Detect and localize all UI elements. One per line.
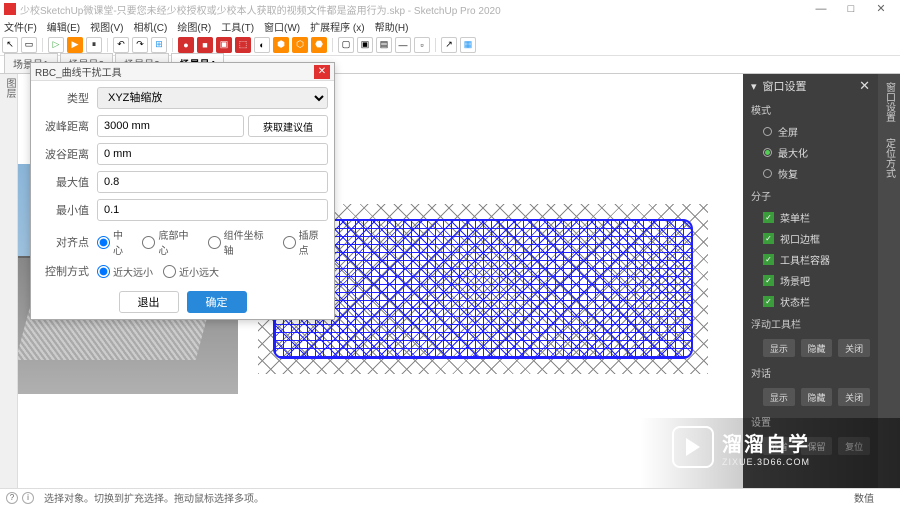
peak-input[interactable] [97,115,244,137]
panel-title: 窗口设置 [763,78,807,94]
watermark-url: ZIXUE.3D66.COM [722,457,810,467]
dialog-show-button[interactable]: 显示 [763,388,795,406]
mode-section-label: 模式 [743,98,878,121]
tool-icon[interactable]: ↖ [2,37,18,53]
window-title: 少校SketchUp微课堂-只要您未经少校授权或少校本人获取的视频文件都是盗用行… [20,2,806,17]
panel-close-icon[interactable]: ✕ [859,78,870,94]
min-label: 最小值 [37,202,97,218]
max-label: 最大值 [37,174,97,190]
play-icon [672,426,714,468]
sub-section-label: 分子 [743,184,878,207]
tool-icon[interactable]: ▢ [338,37,354,53]
suggest-value-button[interactable]: 获取建议值 [248,115,328,137]
tool-icon[interactable]: ▫ [414,37,430,53]
menubar: 文件(F) 编辑(E) 视图(V) 相机(C) 绘图(R) 工具(T) 窗口(W… [0,18,900,34]
status-icon[interactable]: i [22,492,34,504]
ok-button[interactable]: 确定 [187,291,247,313]
align-radio[interactable]: 组件坐标轴 [208,227,273,257]
float-section-label: 浮动工具栏 [743,312,878,335]
menu-help[interactable]: 帮助(H) [375,19,409,34]
ctrl-radio[interactable]: 近小远大 [163,264,219,279]
tool-icon[interactable]: ● [178,37,194,53]
tool-icon[interactable]: ▶ [67,37,83,53]
dialog-section-label: 对话 [743,361,878,384]
cancel-button[interactable]: 退出 [119,291,179,313]
tool-icon[interactable]: ⬣ [311,37,327,53]
tool-icon[interactable]: ▣ [357,37,373,53]
min-input[interactable] [97,199,328,221]
ctrl-label: 控制方式 [37,263,97,279]
tool-icon[interactable]: ⬡ [292,37,308,53]
align-label: 对齐点 [37,234,97,250]
menu-tools[interactable]: 工具(T) [221,19,254,34]
rbc-curve-interference-dialog: RBC_曲线干扰工具 ✕ 类型 XYZ轴缩放 波峰距离 获取建议值 波谷距离 最… [30,62,335,320]
tool-icon[interactable]: ◐ [254,37,270,53]
sub-option[interactable]: ✓视口边框 [743,228,878,249]
menu-camera[interactable]: 相机(C) [133,19,167,34]
tool-icon[interactable]: — [395,37,411,53]
align-radio[interactable]: 底部中心 [142,227,197,257]
mode-option[interactable]: 全屏 [743,121,878,142]
tool-icon[interactable]: ↗ [441,37,457,53]
type-select[interactable]: XYZ轴缩放 [97,87,328,109]
dialog-close-button[interactable]: 关闭 [838,388,870,406]
tool-icon[interactable]: ↷ [132,37,148,53]
chevron-down-icon[interactable]: ▾ [751,80,757,93]
titlebar: 少校SketchUp微课堂-只要您未经少校授权或少校本人获取的视频文件都是盗用行… [0,0,900,18]
float-close-button[interactable]: 关闭 [838,339,870,357]
tool-icon[interactable]: ▦ [460,37,476,53]
mode-option[interactable]: 最大化 [743,142,878,163]
tool-icon[interactable]: ⬚ [235,37,251,53]
tool-icon[interactable]: ⊞ [151,37,167,53]
dialog-close-icon[interactable]: ✕ [314,65,330,79]
menu-view[interactable]: 视图(V) [90,19,123,34]
tool-icon[interactable]: ■ [197,37,213,53]
type-label: 类型 [37,90,97,106]
app-icon [4,3,16,15]
tool-icon[interactable]: ⬢ [273,37,289,53]
mode-option[interactable]: 恢复 [743,163,878,184]
tool-icon[interactable]: ▤ [376,37,392,53]
watermark-text: 溜溜自学 [722,428,810,457]
float-hide-button[interactable]: 隐藏 [801,339,833,357]
sub-option[interactable]: ✓状态栏 [743,291,878,312]
sub-option[interactable]: ✓场景吧 [743,270,878,291]
menu-file[interactable]: 文件(F) [4,19,37,34]
left-dock-label[interactable]: 图层 [0,74,18,488]
sub-option[interactable]: ✓工具栏容器 [743,249,878,270]
status-bar: ? i 选择对象。切换到扩充选择。拖动鼠标选择多项。 数值 [0,488,900,506]
menu-extensions[interactable]: 扩展程序 (x) [310,19,364,34]
align-radio[interactable]: 中心 [97,227,132,257]
status-icon[interactable]: ? [6,492,18,504]
menu-draw[interactable]: 绘图(R) [177,19,211,34]
menu-edit[interactable]: 编辑(E) [47,19,80,34]
right-tab[interactable]: 窗口设置 [882,78,897,126]
tool-icon[interactable]: ▣ [216,37,232,53]
tool-icon[interactable]: ▭ [21,37,37,53]
peak-label: 波峰距离 [37,118,97,134]
close-button[interactable]: ✕ [866,0,896,18]
max-input[interactable] [97,171,328,193]
float-show-button[interactable]: 显示 [763,339,795,357]
watermark: 溜溜自学 ZIXUE.3D66.COM [672,422,872,472]
dialog-title: RBC_曲线干扰工具 [35,64,122,79]
align-radio[interactable]: 插原点 [283,227,328,257]
dialog-hide-button[interactable]: 隐藏 [801,388,833,406]
sub-option[interactable]: ✓菜单栏 [743,207,878,228]
tool-icon[interactable]: ↶ [113,37,129,53]
maximize-button[interactable]: □ [836,0,866,18]
valley-label: 波谷距离 [37,146,97,162]
menu-window[interactable]: 窗口(W) [264,19,300,34]
tool-icon[interactable]: ▷ [48,37,64,53]
valley-input[interactable] [97,143,328,165]
measurement-label: 数值 [834,490,894,505]
ctrl-radio[interactable]: 近大远小 [97,264,153,279]
minimize-button[interactable]: — [806,0,836,18]
tool-icon[interactable]: ⏸ [86,37,102,53]
status-text: 选择对象。切换到扩充选择。拖动鼠标选择多项。 [44,490,264,505]
right-tab[interactable]: 定位方式 [882,134,897,182]
